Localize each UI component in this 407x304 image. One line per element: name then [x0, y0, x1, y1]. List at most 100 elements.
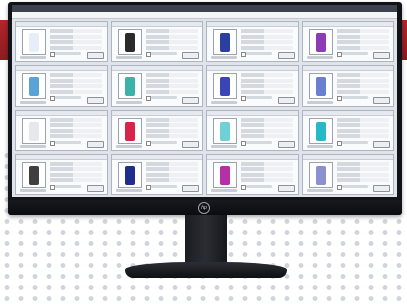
tile-timestamp	[20, 100, 46, 104]
vial-fill	[315, 77, 326, 97]
vial-fill	[315, 121, 326, 141]
tile-checkbox-label	[150, 140, 177, 144]
tile-header	[302, 22, 393, 27]
field-row	[50, 134, 102, 138]
field-row	[145, 134, 198, 138]
vial-tile[interactable]	[15, 153, 108, 195]
tile-action-button[interactable]	[277, 185, 295, 192]
tile-action-button[interactable]	[182, 185, 199, 192]
tile-checkbox[interactable]	[336, 96, 342, 102]
tile-action-button[interactable]	[277, 52, 295, 60]
tile-checkbox[interactable]	[145, 184, 151, 190]
field-row	[145, 117, 198, 122]
vial-tile[interactable]	[15, 109, 108, 151]
vial-fill	[124, 121, 135, 141]
vial-fill	[220, 165, 230, 185]
tile-action-button[interactable]	[86, 96, 104, 104]
field-row	[145, 172, 198, 177]
vial-image	[213, 73, 237, 100]
tile-action-button[interactable]	[373, 96, 390, 104]
tile-header	[111, 154, 202, 160]
field-row	[336, 117, 389, 122]
vial-fill	[315, 33, 326, 52]
tile-checkbox[interactable]	[336, 52, 342, 57]
tile-action-button[interactable]	[373, 185, 390, 192]
vial-fill	[220, 77, 230, 97]
vial-tile[interactable]	[206, 65, 299, 107]
field-row	[336, 128, 389, 133]
tile-header	[207, 66, 298, 72]
tile-action-button[interactable]	[373, 52, 390, 60]
tile-header	[302, 110, 393, 116]
vial-tile-grid	[15, 21, 394, 195]
field-row	[336, 161, 389, 166]
vial-tile[interactable]	[301, 109, 394, 151]
tile-checkbox[interactable]	[145, 52, 151, 57]
field-row	[241, 78, 293, 83]
vial-image	[213, 29, 237, 55]
tile-action-button[interactable]	[182, 52, 199, 60]
field-row	[336, 34, 389, 39]
tile-checkbox-label	[246, 52, 272, 55]
app-title-bar	[12, 5, 397, 12]
tile-action-button[interactable]	[86, 140, 104, 148]
tile-checkbox[interactable]	[145, 140, 151, 146]
tile-checkbox[interactable]	[336, 184, 342, 190]
tile-timestamp	[115, 56, 142, 60]
tile-fields	[241, 29, 293, 51]
vial-tile[interactable]	[206, 109, 299, 151]
field-row	[241, 134, 293, 138]
vial-tile[interactable]	[15, 21, 108, 63]
vial-tile[interactable]	[110, 65, 203, 107]
vial-tile[interactable]	[301, 65, 394, 107]
tile-checkbox-label	[246, 140, 272, 144]
tile-action-button[interactable]	[182, 96, 199, 104]
tile-action-button[interactable]	[277, 96, 295, 104]
vial-tile[interactable]	[110, 153, 203, 195]
tile-checkbox-label	[55, 184, 81, 188]
vial-tile[interactable]	[301, 21, 394, 63]
field-row	[50, 40, 102, 44]
vial-fill	[29, 165, 39, 185]
vial-tile[interactable]	[301, 153, 394, 195]
vial-tile[interactable]	[110, 109, 203, 151]
field-row	[50, 161, 102, 166]
tile-checkbox-label	[55, 96, 81, 100]
tile-checkbox-label	[55, 140, 81, 144]
field-row	[241, 123, 293, 127]
vial-tile[interactable]	[15, 65, 108, 107]
vial-tile[interactable]	[206, 21, 299, 63]
field-row	[336, 178, 389, 183]
field-row	[50, 167, 102, 172]
monitor-stand-base	[125, 262, 287, 278]
vial-image	[22, 73, 46, 100]
tile-action-button[interactable]	[373, 140, 390, 148]
tile-fields	[336, 73, 389, 95]
field-row	[336, 45, 389, 50]
tile-timestamp	[306, 56, 333, 60]
tile-checkbox[interactable]	[336, 140, 342, 146]
field-row	[336, 40, 389, 44]
field-row	[336, 29, 389, 33]
tile-checkbox-label	[150, 52, 177, 55]
tile-action-button[interactable]	[86, 52, 104, 60]
tile-header	[16, 110, 107, 116]
vial-image	[22, 29, 46, 55]
field-row	[241, 73, 293, 78]
field-row	[145, 73, 198, 78]
vial-image	[308, 73, 333, 100]
field-row	[145, 161, 198, 166]
field-row	[145, 123, 198, 127]
field-row	[336, 134, 389, 138]
tile-checkbox[interactable]	[145, 96, 151, 102]
tile-action-button[interactable]	[277, 140, 295, 148]
field-row	[50, 178, 102, 183]
tile-action-button[interactable]	[182, 140, 199, 148]
field-row	[241, 84, 293, 89]
hp-logo-icon: hp	[198, 202, 210, 214]
vial-tile[interactable]	[110, 21, 203, 63]
field-row	[50, 117, 102, 122]
vial-tile[interactable]	[206, 153, 299, 195]
tile-action-button[interactable]	[86, 185, 104, 192]
tile-fields	[50, 29, 102, 51]
